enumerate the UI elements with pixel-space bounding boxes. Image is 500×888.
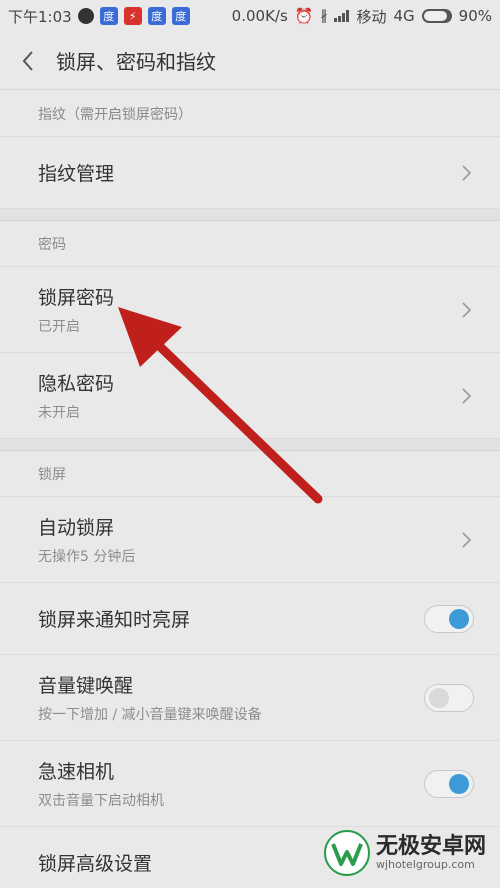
quick-camera-desc: 双击音量下启动相机 [38, 793, 164, 809]
alarm-icon: ⏰ [294, 7, 314, 25]
section-divider [0, 439, 500, 451]
watermark-title: 无极安卓网 [375, 833, 486, 859]
baidu-icon: 度 [99, 7, 118, 25]
page-title: 锁屏、密码和指纹 [56, 50, 216, 74]
section-divider [0, 209, 500, 221]
section-header-fingerprint: 指纹（需开启锁屏密码） [0, 91, 500, 137]
notify-wake-label: 锁屏来通知时亮屏 [38, 609, 191, 631]
watermark-url: wjhotelgroup.com [375, 858, 475, 872]
privacy-password-item[interactable]: 隐私密码 未开启 [0, 353, 500, 439]
status-time: 下午1:03 [8, 7, 72, 26]
watermark: 无极安卓网 wjhotelgroup.com [323, 830, 486, 876]
lockscreen-advanced-label: 锁屏高级设置 [38, 853, 153, 875]
lock-screen-password-label: 锁屏密码 [38, 287, 115, 309]
volume-wake-label: 音量键唤醒 [38, 675, 134, 697]
chevron-right-icon [462, 164, 472, 181]
auto-lock-label: 自动锁屏 [38, 517, 115, 539]
status-left: 下午1:03 度 ⚡ 度 度 [8, 6, 190, 27]
quick-camera-label: 急速相机 [38, 761, 115, 783]
lock-screen-password-status: 已开启 [38, 319, 80, 335]
privacy-password-label: 隐私密码 [38, 373, 115, 395]
notify-wake-toggle[interactable] [424, 604, 474, 633]
fingerprint-manage-label: 指纹管理 [38, 163, 115, 185]
auto-lock-item[interactable]: 自动锁屏 无操作5 分钟后 [0, 497, 500, 583]
auto-lock-value: 无操作5 分钟后 [38, 549, 136, 565]
baidu-icon-3: 度 [171, 7, 190, 25]
section-header-lockscreen: 锁屏 [0, 451, 500, 497]
privacy-password-status: 未开启 [38, 405, 80, 421]
watermark-logo-icon [323, 830, 370, 876]
notify-wake-item: 锁屏来通知时亮屏 [0, 583, 500, 655]
volume-wake-item: 音量键唤醒 按一下增加 / 减小音量键来唤醒设备 [0, 655, 500, 741]
lock-screen-password-item[interactable]: 锁屏密码 已开启 [0, 267, 500, 353]
app-notification-icon: ⚡ [123, 7, 142, 25]
quick-camera-toggle[interactable] [424, 769, 474, 798]
baidu-icon-2: 度 [147, 7, 166, 25]
status-bar: 下午1:03 度 ⚡ 度 度 0.00K/s ⏰ ∦ 移动 4G 90% [0, 0, 500, 32]
quick-camera-item: 急速相机 双击音量下启动相机 [0, 741, 500, 827]
battery-icon [421, 9, 452, 23]
chevron-right-icon [462, 387, 472, 404]
back-button[interactable] [0, 32, 56, 90]
fingerprint-manage-item[interactable]: 指纹管理 [0, 137, 500, 209]
qq-icon [77, 8, 94, 24]
chevron-right-icon [462, 531, 472, 548]
battery-percent: 90% [458, 7, 492, 25]
back-arrow-icon [22, 50, 33, 71]
app-header: 锁屏、密码和指纹 [0, 32, 500, 90]
carrier-name: 移动 [356, 7, 387, 26]
network-speed: 0.00K/s [231, 7, 288, 25]
volume-wake-desc: 按一下增加 / 减小音量键来唤醒设备 [38, 707, 262, 723]
network-type: 4G [393, 7, 415, 25]
section-header-password: 密码 [0, 221, 500, 267]
status-right: 0.00K/s ⏰ ∦ 移动 4G 90% [232, 6, 492, 27]
signal-icon [334, 10, 350, 22]
settings-list: 指纹（需开启锁屏密码） 指纹管理 密码 锁屏密码 已开启 隐私密码 未开启 锁屏… [0, 91, 500, 888]
chevron-right-icon [462, 301, 472, 318]
vibrate-icon: ∦ [320, 8, 328, 24]
volume-wake-toggle[interactable] [424, 683, 474, 712]
